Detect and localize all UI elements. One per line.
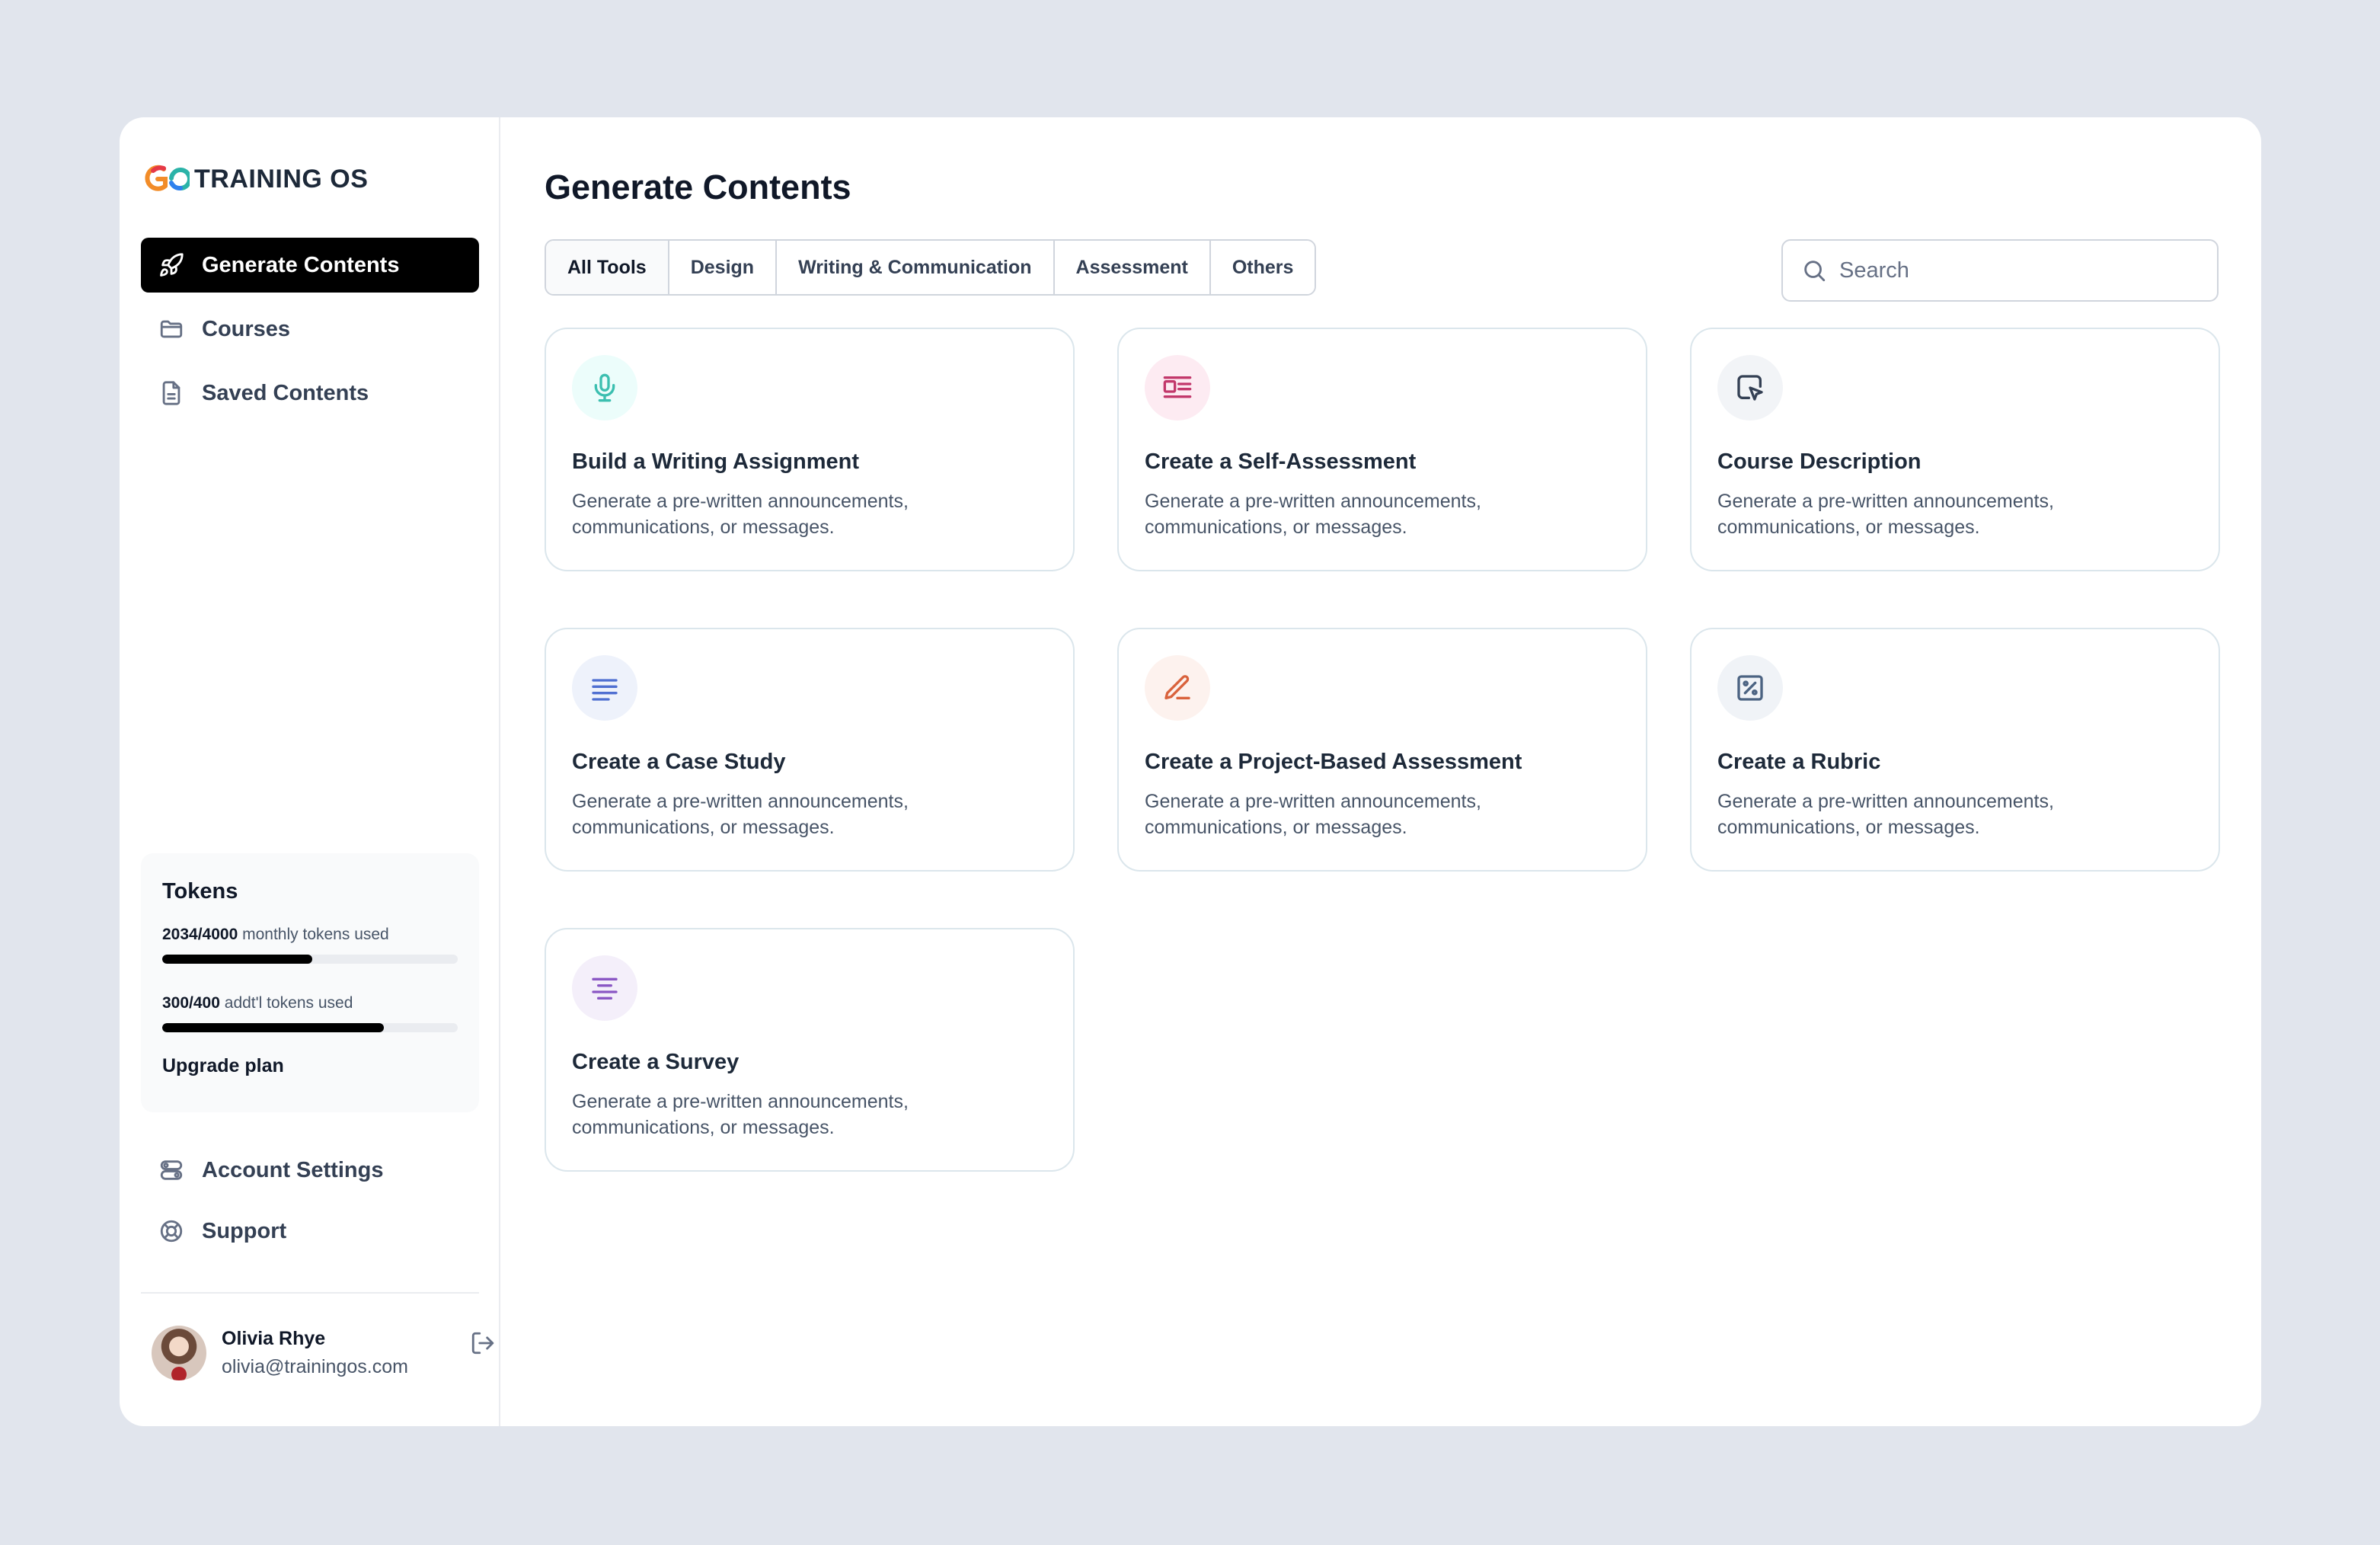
sidebar-item-saved-contents[interactable]: Saved Contents <box>141 366 479 421</box>
upgrade-plan-link[interactable]: Upgrade plan <box>162 1055 458 1077</box>
sidebar-item-label: Courses <box>202 316 291 341</box>
sidebar-item-label: Support <box>202 1218 287 1243</box>
layout-list-icon <box>1163 376 1192 398</box>
card-title: Create a Case Study <box>572 750 786 774</box>
sidebar-item-label: Generate Contents <box>202 252 400 277</box>
monthly-tokens-progress <box>162 955 458 964</box>
user-profile: Olivia Rhye olivia@trainingos.com <box>152 1326 494 1380</box>
tool-card-self-assessment[interactable]: Create a Self-Assessment Generate a pre-… <box>1117 328 1647 571</box>
sidebar-item-courses[interactable]: Courses <box>141 302 479 357</box>
search-box[interactable] <box>1781 239 2219 302</box>
card-title: Create a Self-Assessment <box>1145 449 1417 474</box>
sidebar-item-support[interactable]: Support <box>141 1205 479 1257</box>
card-description: Generate a pre-written announcements, co… <box>1145 791 1481 838</box>
tool-card-case-study[interactable]: Create a Case Study Generate a pre-writt… <box>545 628 1075 872</box>
card-title: Create a Project-Based Assessment <box>1145 750 1522 774</box>
card-title: Create a Rubric <box>1717 750 1881 774</box>
sidebar-divider <box>141 1292 479 1294</box>
tokens-title: Tokens <box>162 879 238 904</box>
card-icon-wrapper <box>1145 655 1210 721</box>
rocket-icon <box>158 251 185 279</box>
tool-card-course-description[interactable]: Course Description Generate a pre-writte… <box>1690 328 2220 571</box>
additional-tokens-count: 300/400 <box>162 994 220 1012</box>
additional-tokens-text: 300/400 addt'l tokens used <box>162 994 458 1012</box>
lines-icon <box>592 679 618 701</box>
main-content: Generate Contents All Tools Design Writi… <box>500 117 2261 1426</box>
sidebar-item-label: Saved Contents <box>202 380 369 405</box>
logo[interactable]: TRAINING OS <box>144 160 368 198</box>
additional-tokens-progress-fill <box>162 1023 384 1032</box>
page-title: Generate Contents <box>545 168 851 206</box>
card-description: Generate a pre-written announcements, co… <box>572 491 909 538</box>
card-description: Generate a pre-written announcements, co… <box>1717 491 2054 538</box>
align-center-icon <box>592 977 618 1000</box>
brand-logo-icon <box>145 165 190 191</box>
tab-others[interactable]: Others <box>1210 241 1315 294</box>
user-name: Olivia Rhye <box>222 1328 326 1349</box>
user-info: Olivia Rhye olivia@trainingos.com <box>222 1328 487 1378</box>
tool-card-rubric[interactable]: Create a Rubric Generate a pre-written a… <box>1690 628 2220 872</box>
additional-tokens-label: addt'l tokens used <box>224 994 353 1012</box>
filter-tabs: All Tools Design Writing & Communication… <box>545 239 1317 296</box>
sidebar: TRAINING OS Generate Contents Courses Sa… <box>120 117 500 1426</box>
tab-writing-communication[interactable]: Writing & Communication <box>777 241 1055 294</box>
card-icon-wrapper <box>572 355 637 421</box>
percent-box-icon <box>1737 675 1763 701</box>
user-email: olivia@trainingos.com <box>222 1356 408 1377</box>
sidebar-item-label: Account Settings <box>202 1157 384 1182</box>
settings-toggle-icon <box>158 1156 185 1184</box>
card-icon-wrapper <box>572 955 637 1021</box>
card-icon-wrapper <box>1145 355 1210 421</box>
additional-tokens-progress <box>162 1023 458 1032</box>
document-icon <box>158 379 185 407</box>
tool-card-project-based-assessment[interactable]: Create a Project-Based Assessment Genera… <box>1117 628 1647 872</box>
tab-design[interactable]: Design <box>669 241 778 294</box>
sidebar-bottom-nav: Account Settings Support <box>141 1144 479 1266</box>
tokens-panel: Tokens 2034/4000 monthly tokens used 300… <box>141 853 479 1112</box>
tab-all-tools[interactable]: All Tools <box>546 241 669 294</box>
card-title: Build a Writing Assignment <box>572 449 860 474</box>
monthly-tokens-text: 2034/4000 monthly tokens used <box>162 926 458 944</box>
card-description: Generate a pre-written announcements, co… <box>572 791 909 838</box>
avatar[interactable] <box>152 1326 206 1380</box>
monthly-tokens-count: 2034/4000 <box>162 926 238 943</box>
monthly-tokens-progress-fill <box>162 955 313 964</box>
cursor-box-icon <box>1737 375 1763 401</box>
card-icon-wrapper <box>1717 355 1783 421</box>
lifebuoy-icon <box>158 1217 185 1245</box>
pencil-icon <box>1164 675 1190 699</box>
app-window: TRAINING OS Generate Contents Courses Sa… <box>120 117 2261 1426</box>
card-icon-wrapper <box>572 655 637 721</box>
brand-name: TRAINING OS <box>194 164 369 194</box>
card-icon-wrapper <box>1717 655 1783 721</box>
sidebar-nav: Generate Contents Courses Saved Contents <box>141 238 479 430</box>
search-input[interactable] <box>1839 258 2199 283</box>
card-description: Generate a pre-written announcements, co… <box>1717 791 2054 838</box>
tools-grid: Build a Writing Assignment Generate a pr… <box>545 328 2220 1172</box>
search-icon <box>1804 261 1826 282</box>
sidebar-item-account-settings[interactable]: Account Settings <box>141 1144 479 1196</box>
microphone-icon <box>594 373 615 402</box>
tool-card-survey[interactable]: Create a Survey Generate a pre-written a… <box>545 928 1075 1172</box>
logout-icon[interactable] <box>470 1330 496 1356</box>
monthly-tokens-label: monthly tokens used <box>242 926 389 943</box>
card-title: Course Description <box>1717 449 1922 474</box>
folder-icon <box>158 315 185 343</box>
tab-assessment[interactable]: Assessment <box>1054 241 1211 294</box>
tool-card-writing-assignment[interactable]: Build a Writing Assignment Generate a pr… <box>545 328 1075 571</box>
card-description: Generate a pre-written announcements, co… <box>572 1091 909 1138</box>
card-title: Create a Survey <box>572 1050 740 1074</box>
card-description: Generate a pre-written announcements, co… <box>1145 491 1481 538</box>
sidebar-item-generate-contents[interactable]: Generate Contents <box>141 238 479 293</box>
